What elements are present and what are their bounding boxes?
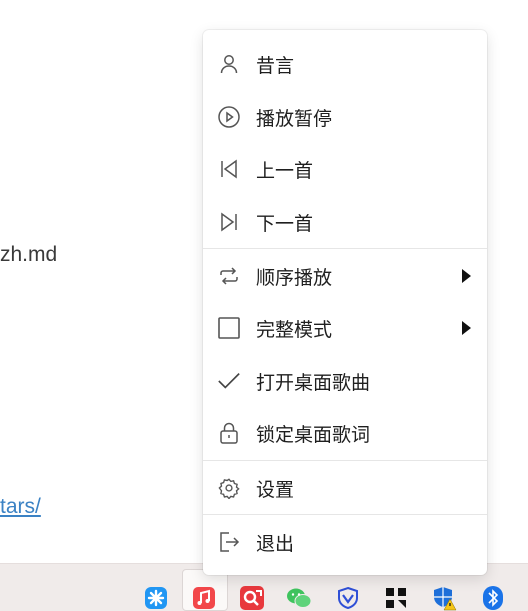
background-filename-text: zh.md [0, 243, 58, 266]
menu-item-settings[interactable]: 设置 [203, 462, 487, 514]
checkbox-icon [217, 316, 241, 340]
background-link[interactable]: tars/ [0, 495, 41, 519]
menu-item-desktop-lyrics[interactable]: 打开桌面歌曲 [203, 355, 487, 407]
repeat-icon [217, 264, 241, 288]
wechat-icon[interactable] [286, 585, 312, 611]
bluetooth-icon[interactable] [480, 585, 506, 611]
tray-context-menu: 昔言 播放暂停 上一首 下一首 顺序播放 完整模式 打开桌面歌曲 锁定桌面歌词 … [203, 30, 487, 575]
menu-item-label: 退出 [256, 532, 295, 555]
menu-item-user[interactable]: 昔言 [203, 38, 487, 90]
screenshot-app-icon[interactable] [239, 585, 265, 611]
menu-separator [203, 248, 487, 249]
exit-icon [217, 530, 241, 554]
skip-next-icon [217, 210, 241, 234]
submenu-arrow-icon [462, 321, 471, 335]
user-icon [217, 52, 241, 76]
menu-item-label: 播放暂停 [256, 107, 333, 130]
menu-item-previous[interactable]: 上一首 [203, 143, 487, 195]
menu-item-label: 顺序播放 [256, 266, 333, 289]
menu-item-label: 锁定桌面歌词 [256, 423, 371, 446]
windows-security-warning-icon[interactable] [431, 585, 457, 611]
menu-item-label: 完整模式 [256, 318, 333, 341]
security-shield-icon[interactable] [335, 585, 361, 611]
grid-app-icon[interactable] [383, 585, 409, 611]
menu-separator [203, 514, 487, 515]
menu-item-label: 昔言 [256, 54, 295, 77]
assistant-icon[interactable] [143, 585, 169, 611]
gear-icon [217, 476, 241, 500]
play-circle-icon [217, 105, 241, 129]
menu-item-next[interactable]: 下一首 [203, 196, 487, 248]
menu-item-label: 设置 [256, 478, 295, 501]
menu-item-play-pause[interactable]: 播放暂停 [203, 91, 487, 143]
skip-previous-icon [217, 157, 241, 181]
lock-icon [217, 421, 241, 445]
menu-item-play-order[interactable]: 顺序播放 [203, 250, 487, 302]
menu-item-full-mode[interactable]: 完整模式 [203, 302, 487, 354]
menu-item-exit[interactable]: 退出 [203, 516, 487, 568]
menu-item-label: 下一首 [256, 212, 314, 235]
music-app-icon[interactable] [191, 585, 217, 611]
submenu-arrow-icon [462, 269, 471, 283]
menu-item-label: 打开桌面歌曲 [256, 371, 371, 394]
menu-item-label: 上一首 [256, 159, 314, 182]
menu-item-lock-lyrics[interactable]: 锁定桌面歌词 [203, 407, 487, 459]
checkmark-icon [217, 369, 241, 393]
menu-separator [203, 460, 487, 461]
